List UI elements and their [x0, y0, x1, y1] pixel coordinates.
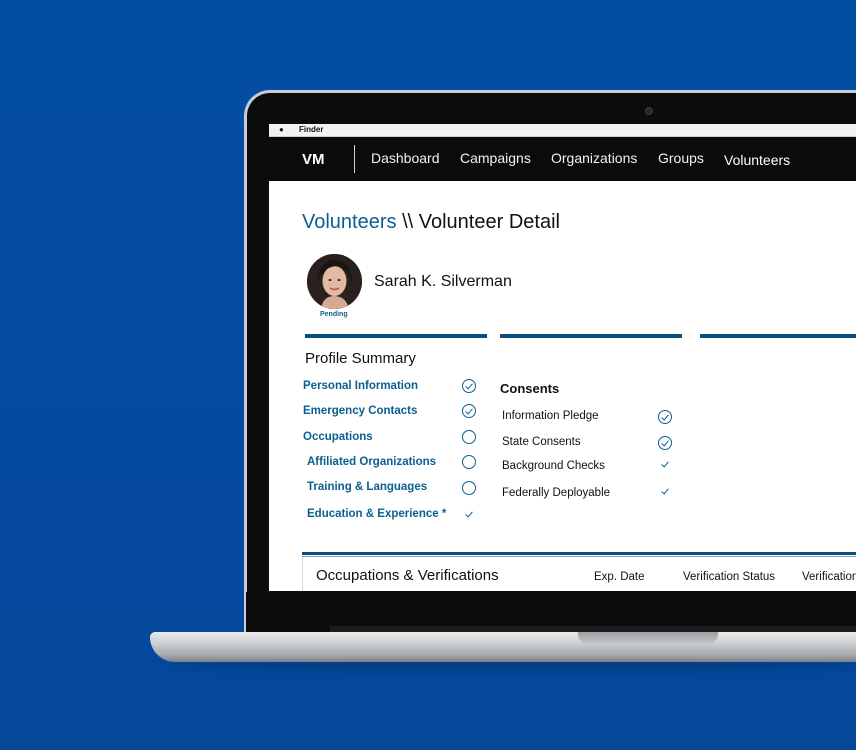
checkmark-icon	[660, 487, 670, 497]
summary-item-education-experience[interactable]: Education & Experience *	[307, 508, 446, 520]
check-circle-icon	[462, 379, 476, 393]
check-circle-icon	[462, 404, 476, 418]
nav-divider	[354, 145, 355, 173]
page-title: Volunteers \\ Volunteer Detail	[302, 211, 560, 234]
consent-item-federally-deployable: Federally Deployable	[502, 487, 611, 499]
empty-circle-icon	[462, 455, 476, 469]
nav-item-dashboard[interactable]: Dashboard	[371, 150, 440, 166]
screen: ● Finder VM Dashboard Campaigns Organiza…	[269, 124, 856, 591]
breadcrumb-volunteers-link[interactable]: Volunteers	[302, 211, 397, 233]
avatar[interactable]	[307, 254, 362, 309]
check-circle-icon	[658, 436, 672, 450]
nav-item-volunteers[interactable]: Volunteers	[724, 152, 790, 168]
consent-item-background-checks: Background Checks	[502, 460, 605, 472]
menu-app-name[interactable]: Finder	[299, 124, 323, 136]
checkmark-icon	[464, 510, 474, 520]
nav-item-campaigns[interactable]: Campaigns	[460, 150, 531, 166]
summary-item-occupations[interactable]: Occupations	[303, 431, 373, 443]
consent-item-state-consents: State Consents	[502, 436, 581, 448]
consents-title: Consents	[500, 381, 560, 396]
volunteer-name: Sarah K. Silverman	[374, 273, 512, 290]
checkmark-icon	[660, 460, 670, 470]
occupations-rule	[302, 552, 856, 555]
top-nav: VM Dashboard Campaigns Organizations Gro…	[269, 137, 856, 181]
breadcrumb-current: Volunteer Detail	[418, 211, 560, 233]
empty-circle-icon	[462, 430, 476, 444]
camera-icon	[645, 107, 653, 115]
check-circle-icon	[658, 410, 672, 424]
desktop-background: ● Finder VM Dashboard Campaigns Organiza…	[0, 0, 856, 750]
apple-icon[interactable]: ●	[279, 125, 287, 134]
laptop-base	[150, 632, 856, 662]
summary-item-personal-information[interactable]: Personal Information	[303, 380, 418, 392]
summary-item-emergency-contacts[interactable]: Emergency Contacts	[303, 405, 417, 417]
consent-item-information-pledge: Information Pledge	[502, 410, 599, 422]
menu-bar: ● Finder	[269, 124, 856, 137]
occupations-title: Occupations & Verifications	[316, 567, 499, 584]
breadcrumb-separator: \\	[396, 211, 419, 233]
summary-item-training-languages[interactable]: Training & Languages	[307, 481, 427, 493]
empty-circle-icon	[462, 481, 476, 495]
status-badge: Pending	[320, 311, 348, 318]
app-logo[interactable]: VM	[302, 151, 325, 168]
laptop-notch	[578, 632, 718, 644]
nav-item-organizations[interactable]: Organizations	[551, 150, 637, 166]
section-rule-third	[700, 334, 856, 338]
summary-item-affiliated-organizations[interactable]: Affiliated Organizations	[307, 456, 436, 468]
nav-item-groups[interactable]: Groups	[658, 150, 704, 166]
profile-summary-title: Profile Summary	[305, 350, 416, 367]
column-header-verification-status[interactable]: Verification Status	[683, 571, 775, 583]
section-rule-consents	[500, 334, 682, 338]
column-header-exp-date[interactable]: Exp. Date	[594, 571, 645, 583]
section-rule-summary	[305, 334, 487, 338]
column-header-verification[interactable]: Verification	[802, 571, 856, 583]
